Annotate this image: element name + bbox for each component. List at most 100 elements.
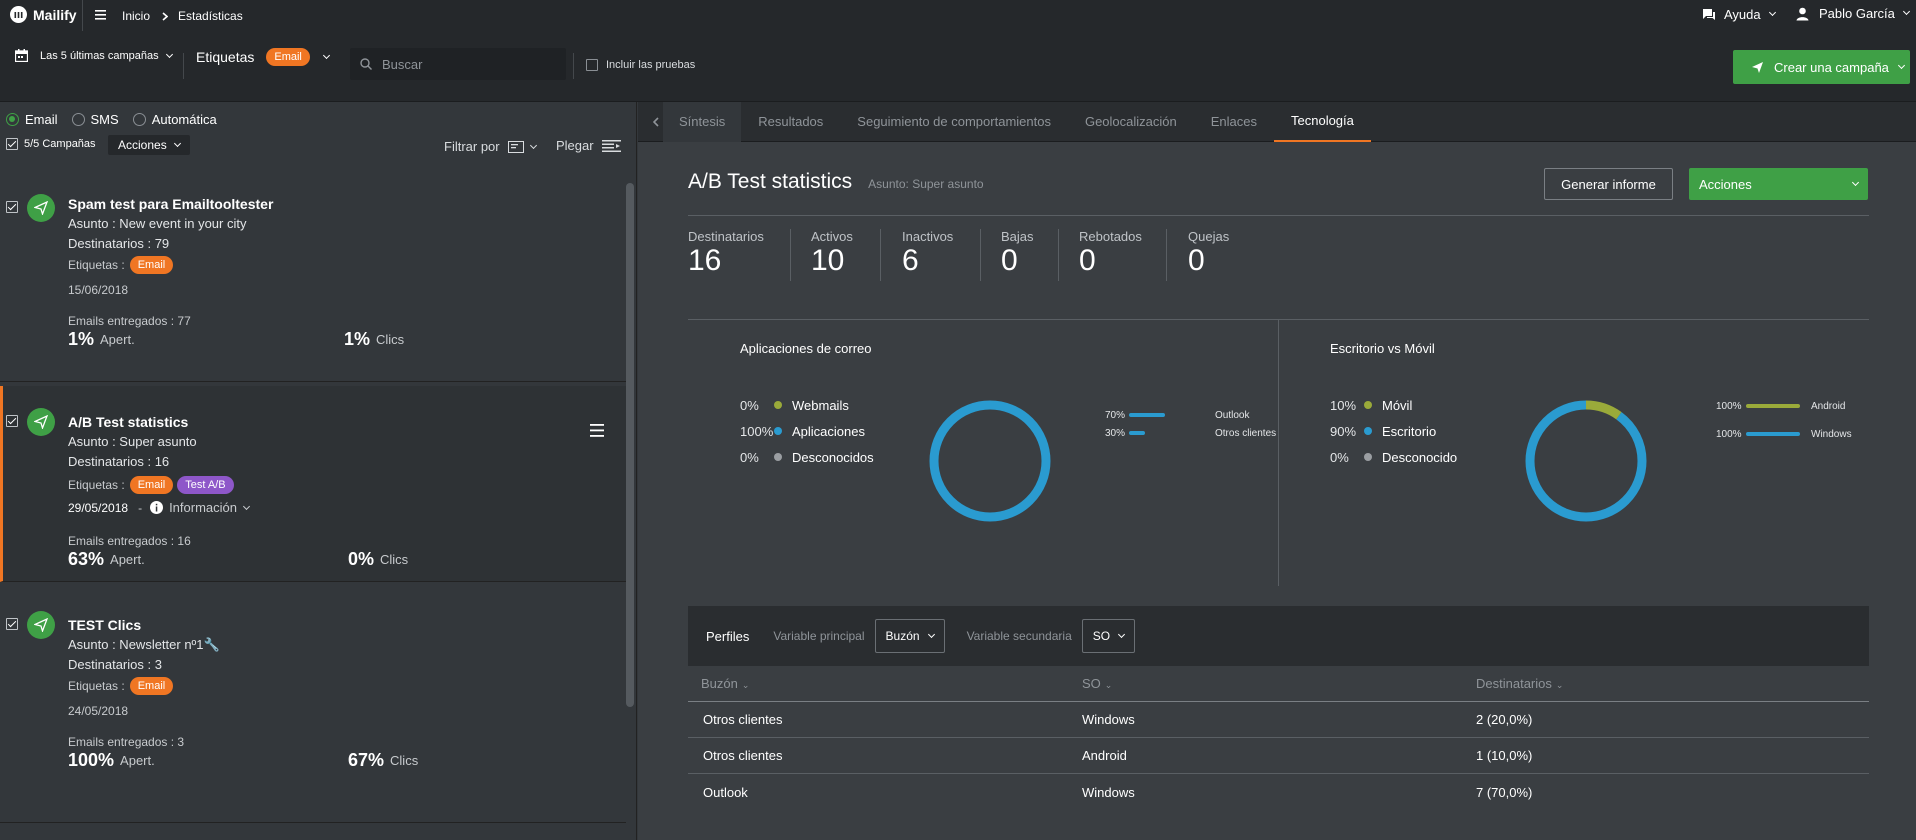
client-bar-row: 30% Otros clientes — [1105, 424, 1276, 442]
column-header-buzon[interactable]: Buzón ⌄ — [688, 676, 1082, 691]
campaign-title[interactable]: TEST Clics — [68, 617, 141, 633]
generate-report-label: Generar informe — [1561, 176, 1656, 192]
os-bar-row: 100% Windows — [1716, 420, 1852, 448]
tab-enlaces[interactable]: Enlaces — [1194, 102, 1274, 142]
radio-auto[interactable] — [132, 113, 146, 126]
campaign-recipients: Destinatarios : 79 — [68, 236, 170, 251]
campaign-card[interactable]: TEST Clics Asunto : Newsletter nº1🔧 Dest… — [0, 583, 626, 823]
bar-pct: 30% — [1105, 427, 1126, 439]
legend-pct: 90% — [1330, 423, 1357, 439]
tab-geolocalizacion[interactable]: Geolocalización — [1068, 102, 1194, 142]
app-logo[interactable]: Mailify — [10, 6, 77, 23]
campaign-title[interactable]: Spam test para Emailtooltester — [68, 196, 273, 212]
click-rate-label: Clics — [376, 332, 405, 347]
help-menu[interactable]: Ayuda — [1702, 7, 1776, 22]
mail-apps-title: Aplicaciones de correo — [740, 341, 872, 356]
radio-sms[interactable] — [71, 113, 85, 126]
include-tests-toggle[interactable]: Incluir las pruebas — [586, 59, 695, 71]
bar-label: Android — [1811, 400, 1846, 412]
column-header-so[interactable]: SO ⌄ — [1082, 676, 1476, 691]
stats-row: Destinatarios 16 Activos 10 Inactivos 6 … — [688, 229, 1229, 281]
legend-item: 0% Desconocidos — [740, 444, 874, 470]
breadcrumb-home[interactable]: Inicio — [122, 9, 150, 23]
bar-track — [1129, 413, 1215, 417]
open-rate: 1% Apert. — [68, 329, 135, 350]
desktop-mobile-donut — [1525, 400, 1647, 522]
menu-icon[interactable] — [95, 10, 106, 20]
column-header-destinatarios[interactable]: Destinatarios ⌄ — [1476, 676, 1563, 691]
legend-dot — [1364, 401, 1372, 409]
fold-button[interactable]: Plegar — [556, 138, 621, 153]
chevron-down-icon — [927, 630, 935, 639]
search-input[interactable]: Buscar — [382, 57, 422, 72]
tab-tecnologia[interactable]: Tecnología — [1274, 102, 1371, 142]
bar-fill — [1129, 413, 1166, 417]
filter-by-button[interactable]: Filtrar por — [444, 139, 537, 154]
cell-so: Android — [1082, 748, 1127, 763]
tab-sintesis[interactable]: Síntesis — [663, 101, 742, 142]
primary-variable-select[interactable]: Buzón — [874, 619, 945, 653]
include-tests-checkbox[interactable] — [586, 59, 598, 71]
campaign-card[interactable]: Spam test para Emailtooltester Asunto : … — [0, 186, 626, 382]
divider — [183, 53, 184, 79]
campaign-range-select[interactable]: Las 5 últimas campañas — [15, 49, 173, 62]
os-bars: 100% Android 100% Windows — [1716, 392, 1852, 448]
stat-value: 0 — [1001, 244, 1018, 277]
user-name: Pablo García — [1819, 6, 1895, 21]
table-row: Otros clientes Windows 2 (20,0%) — [688, 702, 1869, 738]
radio-email[interactable] — [6, 113, 19, 126]
sort-icon: ⌄ — [1555, 680, 1564, 690]
create-campaign-button[interactable]: Crear una campaña — [1733, 50, 1910, 84]
info-toggle[interactable]: Información — [150, 500, 251, 515]
legend-label: Desconocidos — [792, 449, 874, 465]
chevron-down-icon — [529, 141, 537, 149]
chat-icon — [1702, 8, 1716, 21]
campaign-recipients: Destinatarios : 16 — [68, 454, 170, 469]
open-rate-value: 63% — [68, 549, 105, 569]
report-actions-button[interactable]: Acciones — [1689, 168, 1868, 200]
tag-email-pill[interactable]: Email — [266, 48, 310, 66]
chevron-down-icon[interactable] — [322, 51, 330, 59]
select-all-checkbox[interactable] — [6, 138, 18, 150]
mail-apps-donut — [929, 400, 1051, 522]
top-bar: Mailify Inicio Estadísticas Ayuda Pablo … — [0, 0, 1916, 31]
fold-label: Plegar — [556, 138, 594, 153]
legend-label: Desconocido — [1382, 449, 1458, 465]
bar-track — [1746, 404, 1806, 408]
campaign-title[interactable]: A/B Test statistics — [68, 414, 188, 430]
campaign-checkbox[interactable] — [6, 415, 18, 427]
list-actions-button[interactable]: Acciones — [108, 135, 190, 155]
campaign-checkbox[interactable] — [6, 201, 18, 213]
channel-email[interactable]: Email — [6, 112, 58, 127]
donut-slice-apps — [929, 400, 1051, 522]
user-menu[interactable]: Pablo García — [1796, 6, 1910, 21]
secondary-variable-select[interactable]: SO — [1081, 619, 1136, 653]
tab-resultados[interactable]: Resultados — [741, 102, 840, 142]
tab-seguimiento[interactable]: Seguimiento de comportamientos — [840, 102, 1068, 142]
stat-value: 16 — [688, 244, 722, 277]
generate-report-button[interactable]: Generar informe — [1544, 168, 1673, 200]
stat-value: 6 — [902, 244, 919, 277]
search-box[interactable]: Buscar — [350, 48, 566, 80]
campaign-subject: Asunto : Newsletter nº1🔧 — [68, 637, 220, 652]
hamburger-menu-icon[interactable] — [590, 424, 604, 437]
stat-label: Activos — [811, 229, 853, 244]
stat-bajas: Bajas 0 — [981, 229, 1058, 278]
info-icon — [150, 501, 164, 514]
table-header-row: Buzón ⌄ SO ⌄ Destinatarios ⌄ — [688, 666, 1869, 702]
channel-sms[interactable]: SMS — [71, 112, 119, 127]
open-rate-value: 1% — [68, 329, 95, 349]
filter-by-label: Filtrar por — [444, 139, 500, 154]
client-bar-row: 70% Outlook — [1105, 406, 1276, 424]
channel-auto[interactable]: Automática — [132, 112, 217, 127]
campaign-card-selected[interactable]: A/B Test statistics Asunto : Super asunt… — [0, 386, 626, 582]
legend-item: 100% Aplicaciones — [740, 418, 874, 444]
campaign-checkbox[interactable] — [6, 618, 18, 630]
sent-campaign-icon — [27, 408, 55, 436]
mailify-logo-icon — [10, 6, 27, 23]
profiles-toolbar: Perfiles Variable principal Buzón Variab… — [688, 606, 1869, 666]
click-rate-value: 1% — [344, 329, 371, 349]
chevron-left-icon[interactable] — [653, 116, 659, 127]
list-scrollbar[interactable] — [626, 183, 634, 707]
tags-filter[interactable]: Etiquetas Email — [196, 48, 330, 66]
